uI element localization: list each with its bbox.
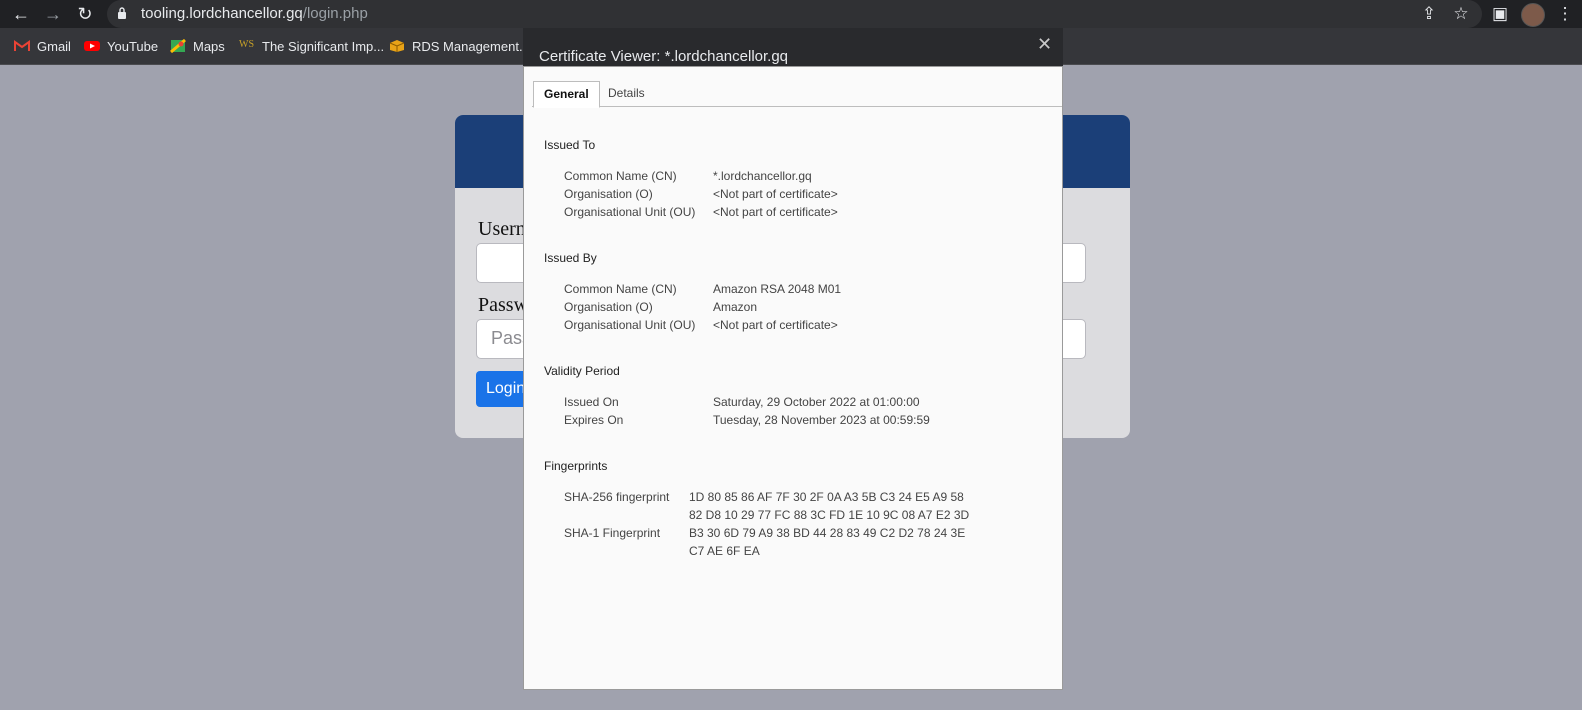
issued-by-heading: Issued By (544, 251, 597, 265)
issued-by-ou-value: <Not part of certificate> (713, 318, 838, 332)
sha256-key: SHA-256 fingerprint (564, 490, 670, 504)
bookmark-maps[interactable]: Maps (170, 37, 225, 55)
bookmark-label: The Significant Imp... (262, 38, 385, 54)
sha256-line2: 82 D8 10 29 77 FC 88 3C FD 1E 10 9C 08 A… (689, 508, 970, 522)
url-text[interactable]: tooling.lordchancellor.gq/login.php (141, 5, 368, 22)
tab-details[interactable]: Details (598, 81, 655, 106)
youtube-icon (84, 41, 100, 51)
reload-icon[interactable]: ↻ (74, 3, 96, 25)
dialog-title: Certificate Viewer: *.lordchancellor.gq (539, 48, 789, 65)
issued-to-o-key: Organisation (O) (564, 187, 653, 201)
close-icon[interactable]: ✕ (1037, 34, 1052, 55)
bookmark-gmail[interactable]: Gmail (14, 37, 71, 55)
sha1-line1: B3 30 6D 79 A9 38 BD 44 28 83 49 C2 D2 7… (689, 526, 966, 540)
bookmark-label: Maps (193, 38, 225, 54)
bookmark-rds[interactable]: RDS Management... (389, 37, 530, 55)
issued-by-cn-key: Common Name (CN) (564, 282, 677, 296)
issued-by-o-key: Organisation (O) (564, 300, 653, 314)
ws-logo-icon: WS (239, 39, 254, 50)
issued-on-value: Saturday, 29 October 2022 at 01:00:00 (713, 395, 920, 409)
bookmark-star-icon[interactable]: ☆ (1450, 3, 1472, 25)
profile-avatar[interactable] (1521, 3, 1545, 27)
issued-to-ou-key: Organisational Unit (OU) (564, 205, 696, 219)
bookmark-label: RDS Management... (412, 38, 530, 54)
expires-on-value: Tuesday, 28 November 2023 at 00:59:59 (713, 413, 930, 427)
issued-to-ou-value: <Not part of certificate> (713, 205, 838, 219)
back-arrow-icon[interactable]: ← (10, 3, 32, 25)
browser-toolbar: ← → ↻ tooling.lordchancellor.gq/login.ph… (0, 0, 1582, 28)
certificate-dialog: General Details Issued To Common Name (C… (523, 66, 1063, 690)
menu-icon[interactable]: ⋮ (1554, 3, 1576, 25)
tab-divider (532, 106, 1062, 107)
issued-to-cn-value: *.lordchancellor.gq (713, 169, 812, 183)
sha1-key: SHA-1 Fingerprint (564, 526, 661, 540)
maps-icon (170, 39, 186, 53)
sha1-line2: C7 AE 6F EA (689, 544, 760, 558)
gmail-icon (14, 40, 30, 51)
bookmark-label: Gmail (37, 38, 71, 54)
issued-on-key: Issued On (564, 395, 619, 409)
username-label: Usern (478, 218, 526, 240)
sha256-line1: 1D 80 85 86 AF 7F 30 2F 0A A3 5B C3 24 E… (689, 490, 964, 504)
password-label: Passw (478, 294, 529, 316)
validity-heading: Validity Period (544, 364, 620, 378)
side-panel-icon[interactable]: ▣ (1489, 3, 1511, 25)
issued-by-ou-key: Organisational Unit (OU) (564, 318, 696, 332)
share-icon[interactable]: ⇪ (1418, 3, 1440, 25)
certificate-dialog-titlebar: Certificate Viewer: *.lordchancellor.gq … (523, 28, 1063, 66)
forward-arrow-icon[interactable]: → (42, 3, 64, 25)
bookmark-significant[interactable]: WS The Significant Imp... (239, 37, 384, 55)
issued-by-cn-value: Amazon RSA 2048 M01 (713, 282, 842, 296)
bookmark-youtube[interactable]: YouTube (84, 37, 158, 55)
issued-to-o-value: <Not part of certificate> (713, 187, 838, 201)
tab-general[interactable]: General (533, 81, 600, 108)
lock-icon[interactable] (117, 6, 127, 20)
issued-to-heading: Issued To (544, 138, 596, 152)
url-path: /login.php (302, 5, 368, 22)
url-host: tooling.lordchancellor.gq (141, 5, 303, 22)
package-icon (389, 40, 405, 52)
bookmark-label: YouTube (107, 38, 159, 54)
expires-on-key: Expires On (564, 413, 624, 427)
issued-to-cn-key: Common Name (CN) (564, 169, 677, 183)
issued-by-o-value: Amazon (713, 300, 758, 314)
fingerprints-heading: Fingerprints (544, 459, 608, 473)
